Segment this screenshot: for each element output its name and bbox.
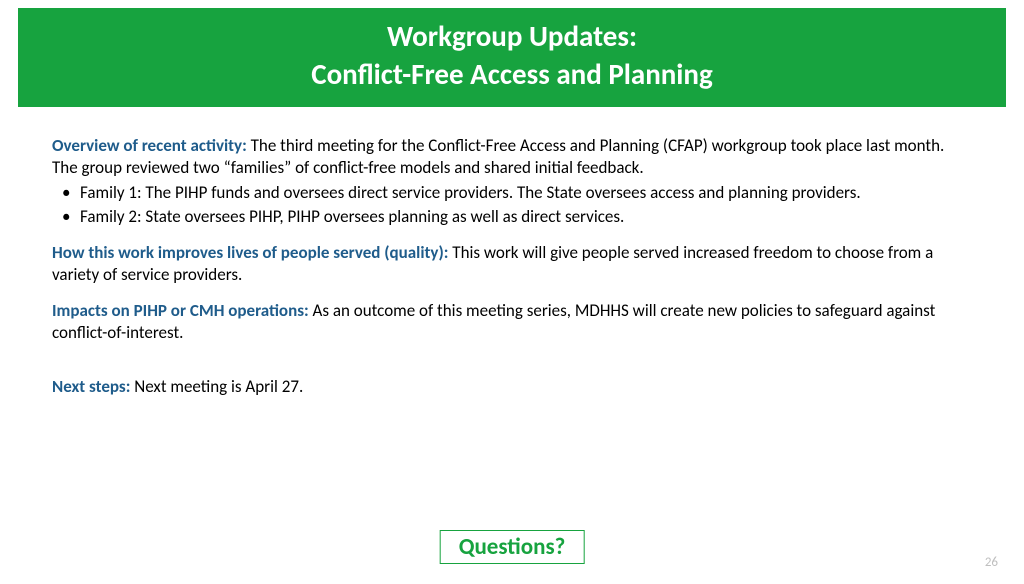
quality-section: How this work improves lives of people s… xyxy=(52,242,972,286)
slide-content: Overview of recent activity: The third m… xyxy=(0,107,1024,398)
overview-section: Overview of recent activity: The third m… xyxy=(52,135,972,227)
nextsteps-text: Next meeting is April 27. xyxy=(134,376,303,397)
overview-label: Overview of recent activity: xyxy=(52,135,251,156)
page-number: 26 xyxy=(985,555,998,570)
impacts-section: Impacts on PIHP or CMH operations: As an… xyxy=(52,300,972,344)
nextsteps-label: Next steps: xyxy=(52,376,134,397)
list-item: Family 1: The PIHP funds and oversees di… xyxy=(58,182,972,204)
list-item: Family 2: State oversees PIHP, PIHP over… xyxy=(58,206,972,228)
questions-callout: Questions? xyxy=(440,530,585,564)
title-line-2: Conflict-Free Access and Planning xyxy=(38,56,986,94)
title-line-1: Workgroup Updates: xyxy=(38,18,986,56)
impacts-label: Impacts on PIHP or CMH operations: xyxy=(52,300,313,321)
nextsteps-section: Next steps: Next meeting is April 27. xyxy=(52,376,972,398)
quality-label: How this work improves lives of people s… xyxy=(52,242,452,263)
overview-bullets: Family 1: The PIHP funds and oversees di… xyxy=(52,182,972,228)
slide-title-banner: Workgroup Updates: Conflict-Free Access … xyxy=(18,8,1006,107)
